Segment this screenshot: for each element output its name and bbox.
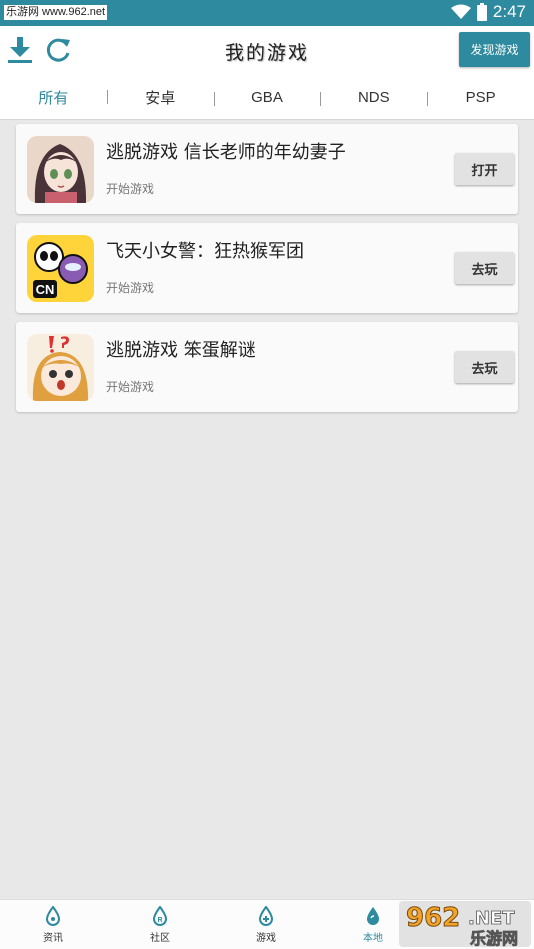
svg-text:R: R — [157, 917, 162, 924]
play-button[interactable]: 去玩 — [455, 351, 514, 383]
tab-all[interactable]: 所有 — [0, 87, 107, 108]
open-button[interactable]: 打开 — [455, 153, 514, 185]
site-watermark-logo: 962 .NET 乐游网 — [399, 901, 531, 948]
tab-psp[interactable]: PSP — [427, 89, 534, 106]
tab-gba[interactable]: GBA — [213, 89, 321, 106]
tab-android[interactable]: 安卓 — [106, 87, 214, 108]
svg-text:CN: CN — [36, 282, 55, 297]
powerpuff-icon: CN — [27, 235, 94, 302]
game-card[interactable]: 逃脱游戏 笨蛋解谜 开始游戏 去玩 — [16, 322, 518, 412]
local-icon — [367, 907, 379, 925]
nav-item-games[interactable]: 游戏 — [241, 906, 291, 944]
anime-girl-icon — [27, 136, 94, 203]
top-bar: 我的游戏 发现游戏 — [0, 26, 534, 76]
status-time: 2:47 — [492, 2, 526, 21]
game-subtitle: 开始游戏 — [106, 182, 155, 196]
surprised-girl-icon — [27, 334, 94, 401]
discover-games-button[interactable]: 发现游戏 — [459, 32, 530, 67]
play-button[interactable]: 去玩 — [455, 252, 514, 284]
game-card[interactable]: 逃脱游戏 信长老师的年幼妻子 开始游戏 打开 — [16, 124, 518, 214]
games-icon — [258, 906, 274, 926]
game-title: 飞天小女警：狂热猴军团 — [106, 241, 304, 262]
game-list: 逃脱游戏 信长老师的年幼妻子 开始游戏 打开 CN 飞天小女警：狂热猴军团 开始… — [16, 124, 518, 421]
category-tabs: 所有 安卓 GBA NDS PSP — [0, 76, 534, 120]
wifi-icon — [450, 4, 471, 19]
watermark-number: 962 — [406, 903, 460, 933]
game-subtitle: 开始游戏 — [106, 380, 155, 394]
nav-item-news[interactable]: 资讯 — [28, 906, 78, 944]
tab-nds[interactable]: NDS — [320, 89, 427, 106]
game-card[interactable]: CN 飞天小女警：狂热猴军团 开始游戏 去玩 — [16, 223, 518, 313]
game-title: 逃脱游戏 笨蛋解谜 — [106, 340, 256, 361]
nav-label: 本地 — [363, 933, 383, 944]
news-icon — [45, 906, 61, 926]
watermark-name: 乐游网 — [470, 929, 518, 948]
nav-label: 社区 — [150, 933, 170, 944]
status-bar: 乐游网 www.962.net 2:47 — [0, 0, 534, 26]
nav-label: 游戏 — [256, 933, 276, 944]
watermark-suffix: .NET — [468, 908, 515, 929]
status-watermark: 乐游网 www.962.net — [4, 5, 108, 20]
game-title: 逃脱游戏 信长老师的年幼妻子 — [106, 142, 346, 163]
battery-icon — [476, 3, 487, 21]
nav-label: 资讯 — [43, 933, 63, 944]
page-title: 我的游戏 — [224, 42, 309, 64]
nav-item-local[interactable]: 本地 — [348, 906, 398, 944]
status-indicators: 2:47 — [450, 2, 526, 22]
game-subtitle: 开始游戏 — [106, 281, 155, 295]
community-icon: R — [152, 906, 168, 926]
nav-item-community[interactable]: R 社区 — [135, 906, 185, 944]
